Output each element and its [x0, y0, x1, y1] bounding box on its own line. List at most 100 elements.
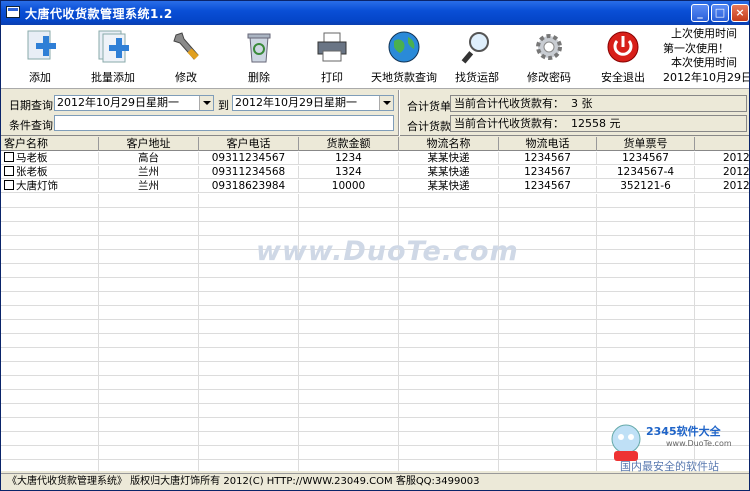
empty-cell [398, 208, 399, 222]
batch-add-button[interactable]: 批量添加 [76, 27, 150, 85]
empty-cell [498, 418, 499, 432]
table-row[interactable]: 马老板 高台 09311234567 1234 某某快递 1234567 123… [1, 152, 749, 165]
chevron-down-icon[interactable] [199, 96, 213, 110]
title-bar: 大唐代收货款管理系统1.2 _ □ × [1, 1, 749, 25]
add-button[interactable]: 添加 [3, 27, 77, 85]
chevron-down-icon[interactable] [379, 96, 393, 110]
cell: 某某快递 [399, 180, 499, 193]
empty-cell [198, 236, 199, 250]
column-header[interactable]: 货款金额 [299, 137, 399, 151]
empty-row [1, 404, 749, 418]
empty-cell [596, 446, 597, 460]
empty-cell [596, 208, 597, 222]
checkbox[interactable] [4, 166, 14, 176]
empty-cell [298, 362, 299, 376]
empty-cell [694, 250, 695, 264]
table-row[interactable]: 大唐灯饰 兰州 09318623984 10000 某某快递 1234567 3… [1, 180, 749, 193]
empty-cell [298, 292, 299, 306]
empty-cell [596, 278, 597, 292]
close-button[interactable]: × [731, 4, 749, 22]
empty-cell [596, 432, 597, 446]
empty-cell [596, 376, 597, 390]
empty-cell [98, 292, 99, 306]
empty-cell [298, 446, 299, 460]
cell: 1234567 [499, 180, 597, 193]
find-freight-label: 找货运部 [455, 71, 499, 84]
cell: 1234567-4 [597, 166, 695, 179]
empty-cell [694, 348, 695, 362]
empty-cell [98, 334, 99, 348]
table-row[interactable]: 张老板 兰州 09311234568 1324 某某快递 1234567 123… [1, 166, 749, 179]
empty-cell [198, 460, 199, 471]
grid-header: 客户名称 客户地址 客户电话 货款金额 物流名称 物流电话 货单票号 日 [1, 137, 749, 151]
query-panel: 日期查询 2012年10月29日星期一 到 2012年10月29日星期一 条件查… [1, 90, 749, 136]
column-header[interactable]: 客户电话 [199, 137, 299, 151]
cell: 1234567 [597, 152, 695, 165]
find-freight-button[interactable]: 找货运部 [440, 27, 514, 85]
empty-cell [98, 446, 99, 460]
date-to-picker[interactable]: 2012年10月29日星期一 [232, 95, 394, 111]
empty-cell [398, 222, 399, 236]
condition-query-label: 条件查询 [9, 119, 53, 132]
globe-icon [388, 31, 420, 63]
empty-cell [198, 418, 199, 432]
cell: 某某快递 [399, 152, 499, 165]
maximize-button[interactable]: □ [711, 4, 729, 22]
checkbox[interactable] [4, 180, 14, 190]
empty-cell [198, 446, 199, 460]
column-header[interactable]: 物流名称 [399, 137, 499, 151]
change-password-button[interactable]: 修改密码 [512, 27, 586, 85]
empty-cell [398, 278, 399, 292]
empty-cell [498, 390, 499, 404]
minimize-button[interactable]: _ [691, 4, 709, 22]
empty-cell [98, 320, 99, 334]
empty-cell [98, 208, 99, 222]
column-header[interactable]: 客户地址 [99, 137, 199, 151]
total-orders-value: 当前合计代收货款有： 3 张 [450, 95, 747, 112]
column-header[interactable]: 物流电话 [499, 137, 597, 151]
empty-cell [694, 306, 695, 320]
empty-cell [298, 334, 299, 348]
cell: 09318623984 [199, 180, 299, 193]
print-button[interactable]: 打印 [295, 27, 369, 85]
date-from-picker[interactable]: 2012年10月29日星期一 [54, 95, 214, 111]
empty-cell [398, 348, 399, 362]
empty-cell [498, 334, 499, 348]
empty-cell [694, 320, 695, 334]
empty-cell [498, 362, 499, 376]
column-header[interactable]: 客户名称 [1, 137, 99, 151]
empty-cell [98, 362, 99, 376]
column-header[interactable]: 货单票号 [597, 137, 695, 151]
empty-cell [298, 390, 299, 404]
condition-query-input[interactable] [54, 115, 394, 131]
edit-button[interactable]: 修改 [149, 27, 223, 85]
column-header[interactable]: 日 [695, 137, 749, 151]
tiandi-query-button[interactable]: 天地货款查询 [367, 27, 441, 85]
empty-cell [98, 264, 99, 278]
empty-cell [198, 194, 199, 208]
empty-cell [694, 208, 695, 222]
empty-cell [694, 362, 695, 376]
empty-cell [596, 390, 597, 404]
empty-cell [596, 194, 597, 208]
empty-row [1, 194, 749, 208]
status-bar: 《大唐代收货款管理系统》 版权归大唐灯饰所有 2012(C) HTTP://WW… [1, 473, 749, 490]
empty-cell [198, 292, 199, 306]
empty-cell [694, 236, 695, 250]
safe-exit-button[interactable]: 安全退出 [586, 27, 660, 85]
empty-cell [498, 208, 499, 222]
cell: 1234567 [499, 152, 597, 165]
empty-cell [596, 306, 597, 320]
cell: 09311234568 [199, 166, 299, 179]
user-info: 上次使用时间 第一次使用！ 本次使用时间 2012年10月29日10 [663, 27, 749, 85]
empty-cell [198, 376, 199, 390]
empty-cell [498, 446, 499, 460]
to-label: 到 [218, 99, 229, 112]
empty-row [1, 376, 749, 390]
empty-cell [298, 418, 299, 432]
checkbox[interactable] [4, 152, 14, 162]
delete-button[interactable]: 删除 [222, 27, 296, 85]
cell: 兰州 [99, 180, 199, 193]
empty-cell [398, 292, 399, 306]
empty-cell [694, 376, 695, 390]
